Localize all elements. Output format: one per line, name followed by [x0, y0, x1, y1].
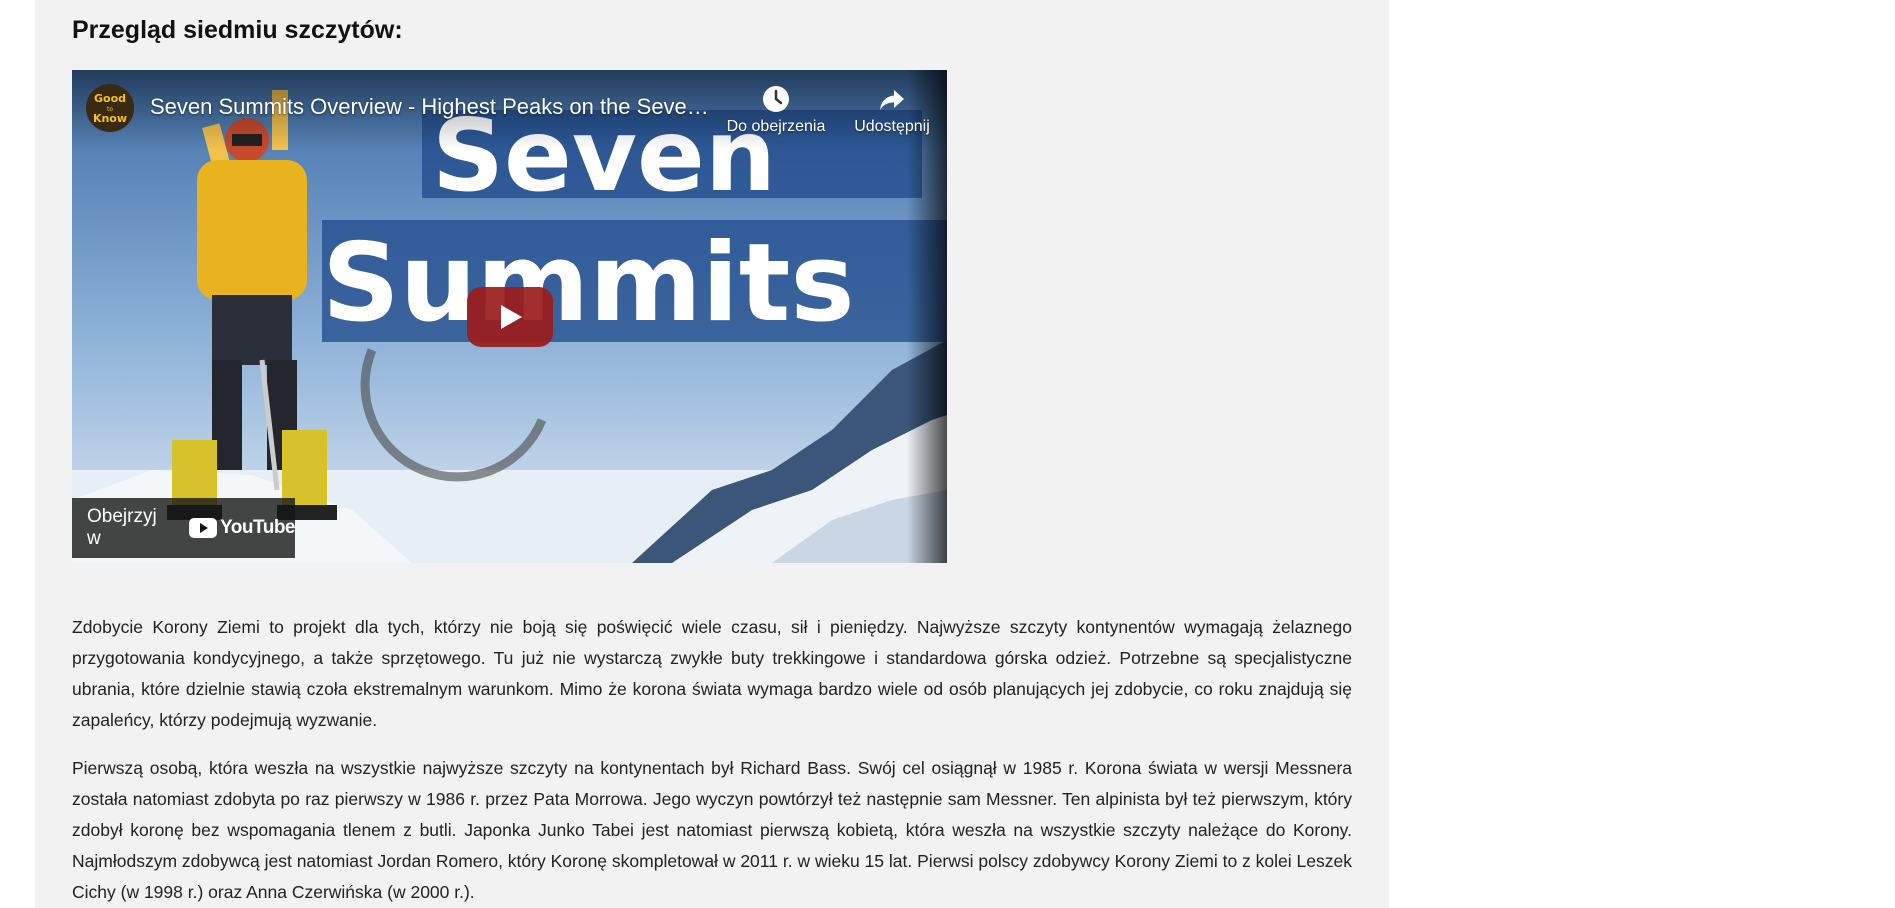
- watch-later-label: Do obejrzenia: [726, 118, 826, 135]
- section-title: Przegląd siedmiu szczytów:: [72, 16, 403, 44]
- youtube-logo-icon: [189, 518, 218, 538]
- thumbnail-text-summits: Summits: [322, 221, 855, 346]
- play-button[interactable]: [467, 287, 553, 347]
- watch-on-label: Obejrzyj w: [87, 506, 157, 549]
- channel-logo[interactable]: Good to Know: [86, 84, 134, 132]
- watch-later-button[interactable]: Do obejrzenia: [721, 84, 831, 144]
- logo-word-know: Know: [93, 112, 127, 125]
- youtube-embed[interactable]: Seven Summits Good to Know Seven Summits…: [72, 70, 947, 563]
- clock-icon: [763, 86, 789, 112]
- article-paragraph: Pierwszą osobą, która weszła na wszystki…: [72, 758, 1352, 902]
- article-paragraph: Zdobycie Korony Ziemi to projekt dla tyc…: [72, 617, 1352, 730]
- youtube-wordmark: YouTube: [220, 517, 295, 538]
- video-title[interactable]: Seven Summits Overview - Highest Peaks o…: [150, 94, 710, 120]
- share-button[interactable]: Udostępnij: [837, 84, 947, 144]
- page-column: Przegląd siedmiu szczytów: Seven Summits…: [35, 0, 1389, 908]
- channel-logo-icon: Good to Know: [86, 84, 134, 132]
- watch-on-youtube-button[interactable]: Obejrzyj w YouTube: [72, 498, 295, 558]
- play-icon: [467, 287, 553, 347]
- youtube-logo: YouTube: [189, 517, 295, 539]
- logo-word-good: Good: [94, 92, 126, 105]
- share-label: Udostępnij: [854, 118, 930, 135]
- share-arrow-icon: [880, 90, 904, 110]
